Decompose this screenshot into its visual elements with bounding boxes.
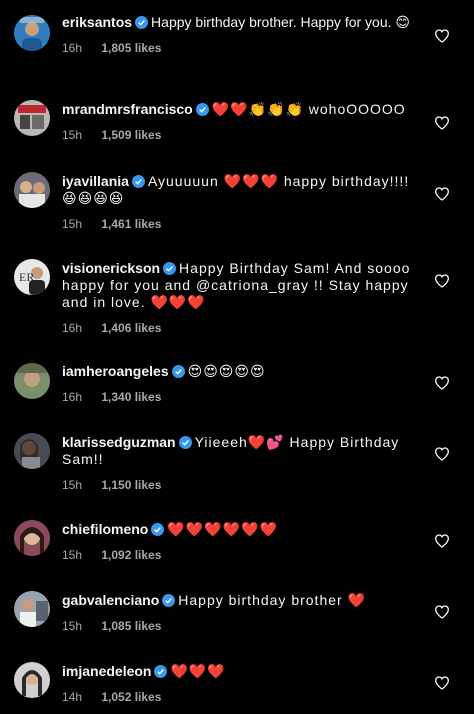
comment-text: Happy birthday brother. Happy for you. 😊 [151,14,410,30]
comment-likes[interactable]: 1,092 likes [101,548,161,562]
comment-text: ❤️❤️❤️❤️❤️❤️ [167,521,278,537]
comment-likes[interactable]: 1,052 likes [101,690,161,704]
comment-body: gabvalenciano Happy birthday brother ❤️ 1… [62,592,414,635]
svg-text:ER: ER [19,270,34,284]
heart-outline-icon[interactable] [434,675,450,691]
comment-time: 16h [62,321,83,335]
comment-body: iamheroangeles 😍😍😍😍😍 16h 1,340 likes [62,363,414,406]
comment-time: 14h [62,690,83,704]
avatar[interactable] [14,363,50,399]
comment-body: visionerickson Happy Birthday Sam! And so… [62,260,414,337]
comment-meta: 15h 1,150 likes [62,477,414,494]
avatar[interactable] [14,591,50,627]
comment-username[interactable]: gabvalenciano [62,592,159,608]
heart-outline-icon[interactable] [434,186,450,202]
avatar[interactable]: ER [14,259,50,295]
comment-meta: 15h 1,509 likes [62,127,414,144]
comment-text: ❤️❤️❤️ [170,663,226,679]
comment-text: 😍😍😍😍😍 [187,363,266,379]
comment-time: 16h [62,41,83,55]
comment-likes[interactable]: 1,406 likes [101,321,161,335]
verified-badge-icon [171,365,185,378]
comment-meta: 15h 1,092 likes [62,547,414,564]
verified-badge-icon [131,175,145,188]
comment-meta: 15h 1,461 likes [62,216,414,233]
comment-username[interactable]: imjanedeleon [62,663,151,679]
comment-time: 15h [62,619,83,633]
comment-meta: 14h 1,052 likes [62,689,414,706]
comment-text: Happy birthday brother ❤️ [178,592,366,608]
verified-badge-icon [135,16,149,29]
comment-username[interactable]: klarissedguzman [62,434,176,450]
comment-meta: 15h 1,085 likes [62,618,414,635]
comment-meta: 16h 1,805 likes [62,40,414,57]
avatar[interactable] [14,433,50,469]
comment-likes[interactable]: 1,509 likes [101,128,161,142]
comment-body: imjanedeleon ❤️❤️❤️ 14h 1,052 likes [62,663,414,706]
comment-body: iyavillania Ayuuuuun ❤️❤️❤️ happy birthda… [62,173,414,233]
comment-username[interactable]: eriksantos [62,14,132,30]
verified-badge-icon [178,436,192,449]
verified-badge-icon [162,594,176,607]
comment-likes[interactable]: 1,150 likes [101,478,161,492]
comment-time: 15h [62,217,83,231]
heart-outline-icon[interactable] [434,533,450,549]
comment-body: eriksantos Happy birthday brother. Happy … [62,14,414,57]
avatar[interactable] [14,662,50,698]
comment-time: 15h [62,128,83,142]
comment-time: 15h [62,548,83,562]
comment-likes[interactable]: 1,340 likes [101,390,161,404]
avatar[interactable] [14,15,50,51]
verified-badge-icon [195,103,209,116]
comment-username[interactable]: visionerickson [62,260,160,276]
verified-badge-icon [151,523,165,536]
heart-outline-icon[interactable] [434,604,450,620]
heart-outline-icon[interactable] [434,446,450,462]
comment-meta: 16h 1,406 likes [62,320,414,337]
heart-outline-icon[interactable] [434,375,450,391]
comment-likes[interactable]: 1,085 likes [101,619,161,633]
comment-meta: 16h 1,340 likes [62,389,414,406]
comment-likes[interactable]: 1,461 likes [101,217,161,231]
comment-username[interactable]: mrandmrsfrancisco [62,101,193,117]
comment-text: ❤️❤️👏👏👏 wohoOOOOO [211,101,406,117]
comment-time: 15h [62,478,83,492]
heart-outline-icon[interactable] [434,115,450,131]
comment-time: 16h [62,390,83,404]
comment-body: chiefilomeno ❤️❤️❤️❤️❤️❤️ 15h 1,092 likes [62,521,414,564]
avatar[interactable] [14,172,50,208]
comment-likes[interactable]: 1,805 likes [101,41,161,55]
comment-body: klarissedguzman Yiieeeh❤️💕 Happy Birthday… [62,434,414,494]
avatar[interactable] [14,100,50,136]
verified-badge-icon [154,665,168,678]
comment-username[interactable]: iyavillania [62,173,129,189]
comment-username[interactable]: iamheroangeles [62,363,169,379]
comment-body: mrandmrsfrancisco ❤️❤️👏👏👏 wohoOOOOO 15h 1… [62,101,414,144]
heart-outline-icon[interactable] [434,273,450,289]
verified-badge-icon [163,262,177,275]
comment-username[interactable]: chiefilomeno [62,521,148,537]
heart-outline-icon[interactable] [434,28,450,44]
avatar[interactable] [14,520,50,556]
